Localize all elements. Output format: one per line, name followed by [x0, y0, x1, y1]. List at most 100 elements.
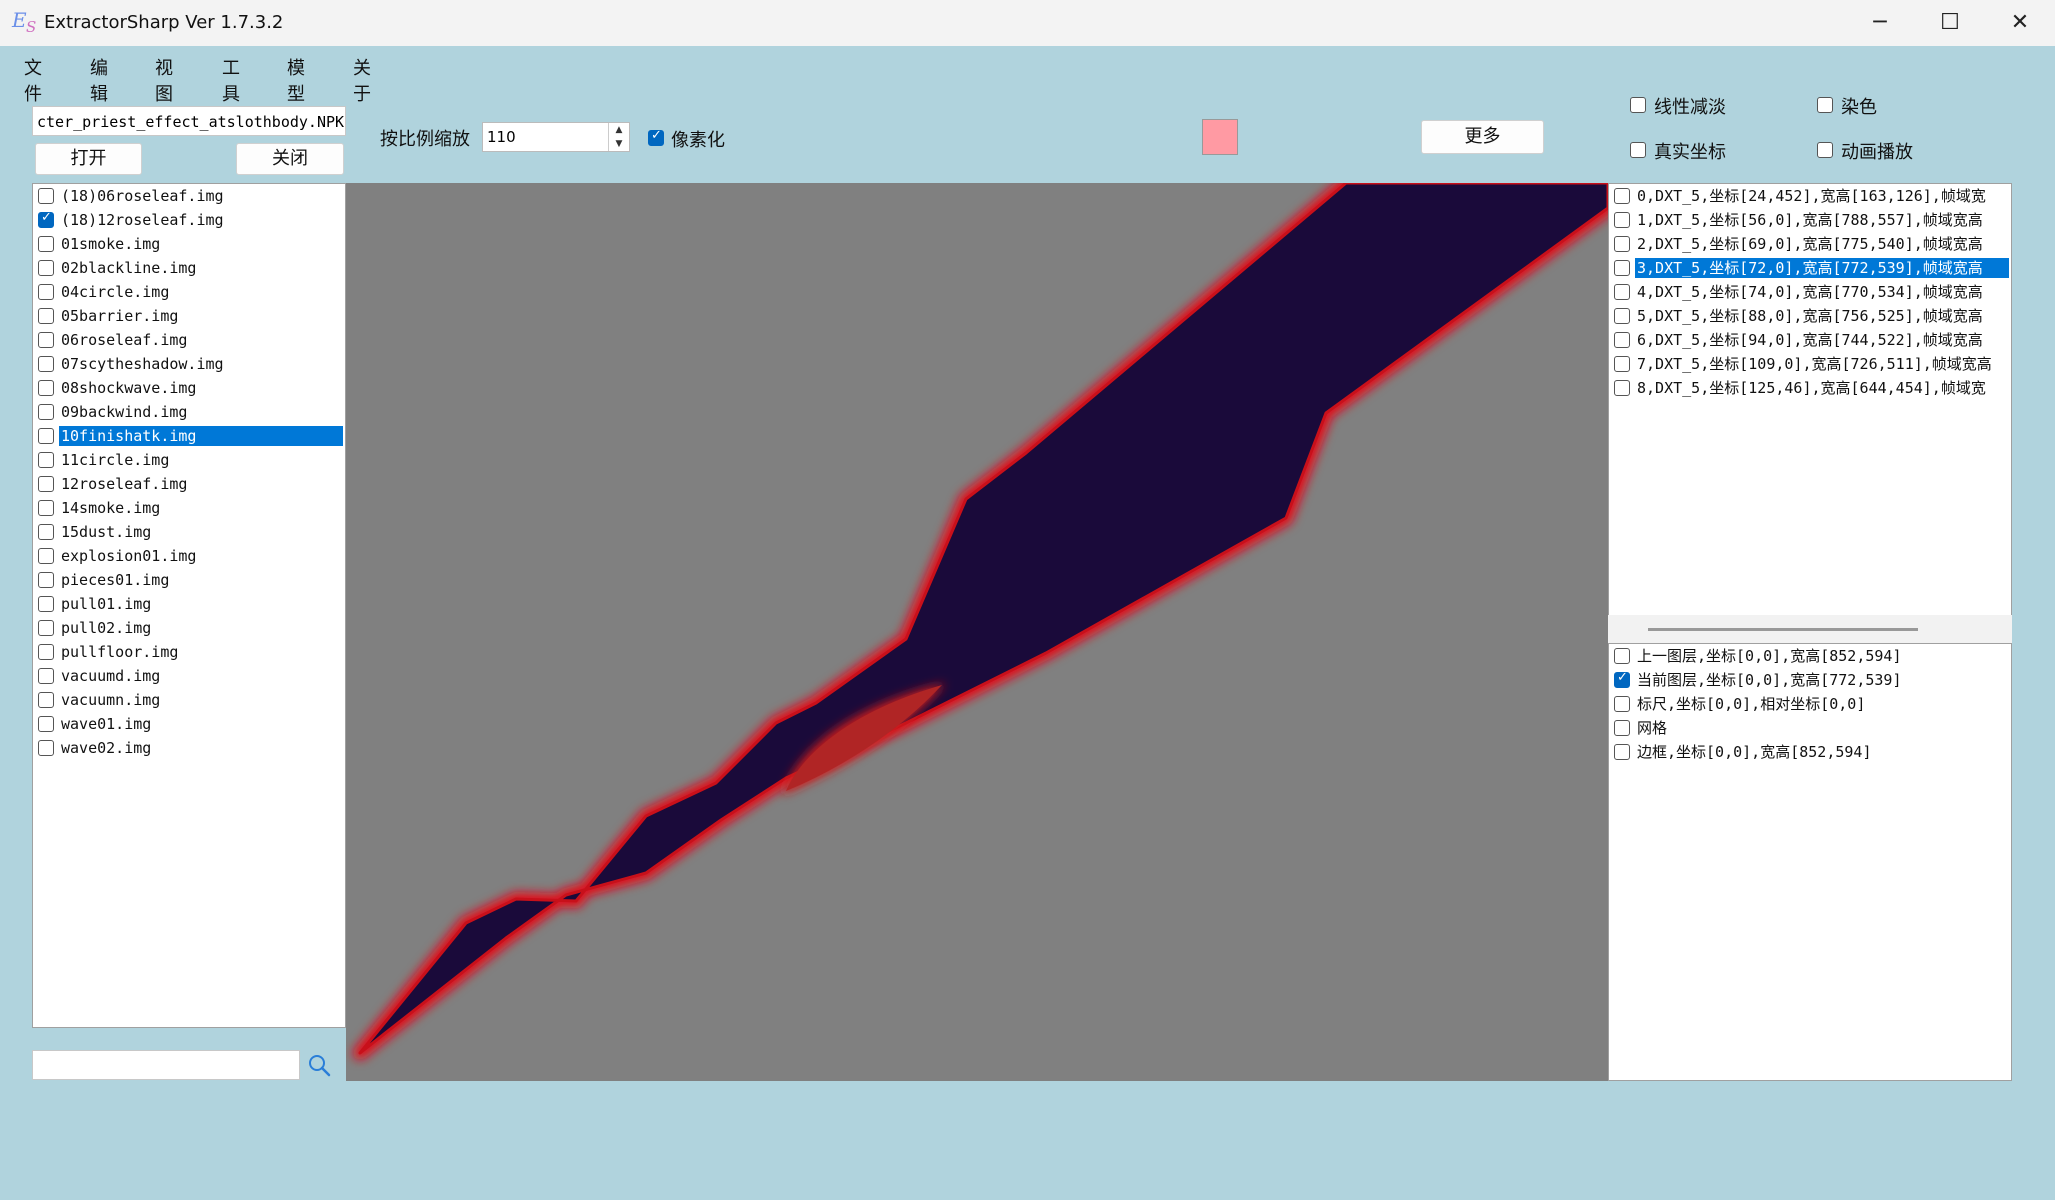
file-list-item-checkbox[interactable] [38, 380, 54, 396]
file-list-item[interactable]: 07scytheshadow.img [33, 352, 345, 376]
file-list-item[interactable]: 01smoke.img [33, 232, 345, 256]
file-list-item[interactable]: 09backwind.img [33, 400, 345, 424]
file-list-item[interactable]: 12roseleaf.img [33, 472, 345, 496]
layer-list-item[interactable]: 上一图层,坐标[0,0],宽高[852,594] [1609, 644, 2011, 668]
file-list-item-checkbox[interactable] [38, 452, 54, 468]
file-list-item[interactable]: pull02.img [33, 616, 345, 640]
frame-list-item[interactable]: 4,DXT_5,坐标[74,0],宽高[770,534],帧域宽高 [1609, 280, 2011, 304]
more-button[interactable]: 更多 [1421, 120, 1544, 154]
layer-list-item[interactable]: 网格 [1609, 716, 2011, 740]
file-list-item-checkbox[interactable] [38, 548, 54, 564]
layer-list[interactable]: 上一图层,坐标[0,0],宽高[852,594] 当前图层,坐标[0,0],宽高[… [1608, 643, 2012, 1081]
file-list-item[interactable]: wave01.img [33, 712, 345, 736]
frame-list-item[interactable]: 3,DXT_5,坐标[72,0],宽高[772,539],帧域宽高 [1609, 256, 2011, 280]
spin-up-icon[interactable]: ▲ [609, 123, 629, 137]
frame-list-item[interactable]: 2,DXT_5,坐标[69,0],宽高[775,540],帧域宽高 [1609, 232, 2011, 256]
file-list-item-checkbox[interactable] [38, 740, 54, 756]
pixelate-checkbox[interactable] [648, 128, 664, 146]
file-list-item[interactable]: 14smoke.img [33, 496, 345, 520]
frame-list-item[interactable]: 6,DXT_5,坐标[94,0],宽高[744,522],帧域宽高 [1609, 328, 2011, 352]
layer-list-item[interactable]: 边框,坐标[0,0],宽高[852,594] [1609, 740, 2011, 764]
file-list-item-checkbox[interactable] [38, 572, 54, 588]
file-list-item-checkbox[interactable] [38, 308, 54, 324]
frame-list-item-checkbox[interactable] [1614, 284, 1630, 300]
file-list-item[interactable]: 05barrier.img [33, 304, 345, 328]
file-list-item-checkbox[interactable] [38, 668, 54, 684]
menu-edit[interactable]: 编辑 [90, 54, 108, 106]
close-file-button[interactable]: 关闭 [236, 143, 344, 175]
file-list-item[interactable]: pieces01.img [33, 568, 345, 592]
file-list-item[interactable]: wave02.img [33, 736, 345, 760]
search-icon[interactable] [306, 1052, 334, 1080]
frame-list-item-checkbox[interactable] [1614, 188, 1630, 204]
menu-tools[interactable]: 工具 [222, 54, 240, 106]
file-list-item-checkbox[interactable] [38, 692, 54, 708]
file-list-item-checkbox[interactable] [38, 644, 54, 660]
menu-file[interactable]: 文件 [24, 54, 42, 106]
preview-canvas[interactable] [346, 183, 1608, 1081]
maximize-button[interactable]: ☐ [1915, 0, 1985, 46]
list-splitter[interactable] [1608, 615, 2012, 643]
frame-list-item[interactable]: 1,DXT_5,坐标[56,0],宽高[788,557],帧域宽高 [1609, 208, 2011, 232]
frame-list-item-checkbox[interactable] [1614, 380, 1630, 396]
menu-view[interactable]: 视图 [155, 54, 173, 106]
file-list-item-checkbox[interactable] [38, 428, 54, 444]
file-list-item-checkbox[interactable] [38, 716, 54, 732]
frame-list-item-checkbox[interactable] [1614, 212, 1630, 228]
file-list-item-checkbox[interactable] [38, 260, 54, 276]
file-list-item[interactable]: pullfloor.img [33, 640, 345, 664]
dye-checkbox[interactable] [1817, 97, 1833, 113]
file-list-item[interactable]: 11circle.img [33, 448, 345, 472]
minimize-button[interactable]: ─ [1845, 0, 1915, 46]
scale-spinner[interactable]: ▲ ▼ [608, 123, 629, 151]
file-list-item-checkbox[interactable] [38, 210, 54, 228]
img-file-list[interactable]: (18)06roseleaf.img (18)12roseleaf.img 01sm… [32, 183, 346, 1028]
file-list-item-checkbox[interactable] [38, 284, 54, 300]
layer-list-item-checkbox[interactable] [1614, 720, 1630, 736]
scale-input[interactable]: 110 ▲ ▼ [482, 122, 630, 152]
linear-dodge-checkbox[interactable] [1630, 97, 1646, 113]
file-list-item[interactable]: vacuumd.img [33, 664, 345, 688]
layer-list-item-checkbox[interactable] [1614, 696, 1630, 712]
file-list-item-checkbox[interactable] [38, 236, 54, 252]
file-list-item[interactable]: pull01.img [33, 592, 345, 616]
frame-list-item[interactable]: 0,DXT_5,坐标[24,452],宽高[163,126],帧域宽 [1609, 184, 2011, 208]
frame-list-item[interactable]: 5,DXT_5,坐标[88,0],宽高[756,525],帧域宽高 [1609, 304, 2011, 328]
layer-list-item-checkbox[interactable] [1614, 744, 1630, 760]
file-list-item[interactable]: vacuumn.img [33, 688, 345, 712]
frame-list-item[interactable]: 8,DXT_5,坐标[125,46],宽高[644,454],帧域宽 [1609, 376, 2011, 400]
file-list-item[interactable]: 08shockwave.img [33, 376, 345, 400]
search-input[interactable] [32, 1050, 300, 1080]
spin-down-icon[interactable]: ▼ [609, 137, 629, 151]
file-list-item-checkbox[interactable] [38, 188, 54, 204]
layer-list-item-checkbox[interactable] [1614, 648, 1630, 664]
layer-list-item-checkbox[interactable] [1614, 670, 1630, 688]
frame-list-item[interactable]: 7,DXT_5,坐标[109,0],宽高[726,511],帧域宽高 [1609, 352, 2011, 376]
file-list-item-checkbox[interactable] [38, 332, 54, 348]
open-button[interactable]: 打开 [35, 143, 142, 175]
close-window-button[interactable]: ✕ [1985, 0, 2055, 46]
file-list-item[interactable]: 04circle.img [33, 280, 345, 304]
frame-list-item-checkbox[interactable] [1614, 308, 1630, 324]
layer-list-item[interactable]: 当前图层,坐标[0,0],宽高[772,539] [1609, 668, 2011, 692]
menu-model[interactable]: 模型 [287, 54, 305, 106]
file-list-item[interactable]: explosion01.img [33, 544, 345, 568]
file-list-item-checkbox[interactable] [38, 476, 54, 492]
file-list-item[interactable]: (18)06roseleaf.img [33, 184, 345, 208]
file-list-item-checkbox[interactable] [38, 500, 54, 516]
frame-list-item-checkbox[interactable] [1614, 236, 1630, 252]
npk-file-path-input[interactable]: cter_priest_effect_atslothbody.NPK [32, 106, 346, 136]
frame-list-item-checkbox[interactable] [1614, 356, 1630, 372]
layer-list-item[interactable]: 标尺,坐标[0,0],相对坐标[0,0] [1609, 692, 2011, 716]
file-list-item-checkbox[interactable] [38, 620, 54, 636]
menu-about[interactable]: 关于 [353, 54, 371, 106]
splitter-grip[interactable] [1648, 628, 1918, 631]
file-list-item[interactable]: 15dust.img [33, 520, 345, 544]
file-list-item-checkbox[interactable] [38, 524, 54, 540]
title-bar[interactable]: ES ExtractorSharp Ver 1.7.3.2 ─ ☐ ✕ [0, 0, 2055, 46]
file-list-item[interactable]: (18)12roseleaf.img [33, 208, 345, 232]
frame-list[interactable]: 0,DXT_5,坐标[24,452],宽高[163,126],帧域宽 1,DXT_… [1608, 183, 2012, 643]
file-list-item[interactable]: 02blackline.img [33, 256, 345, 280]
file-list-item[interactable]: 06roseleaf.img [33, 328, 345, 352]
animation-checkbox[interactable] [1817, 142, 1833, 158]
